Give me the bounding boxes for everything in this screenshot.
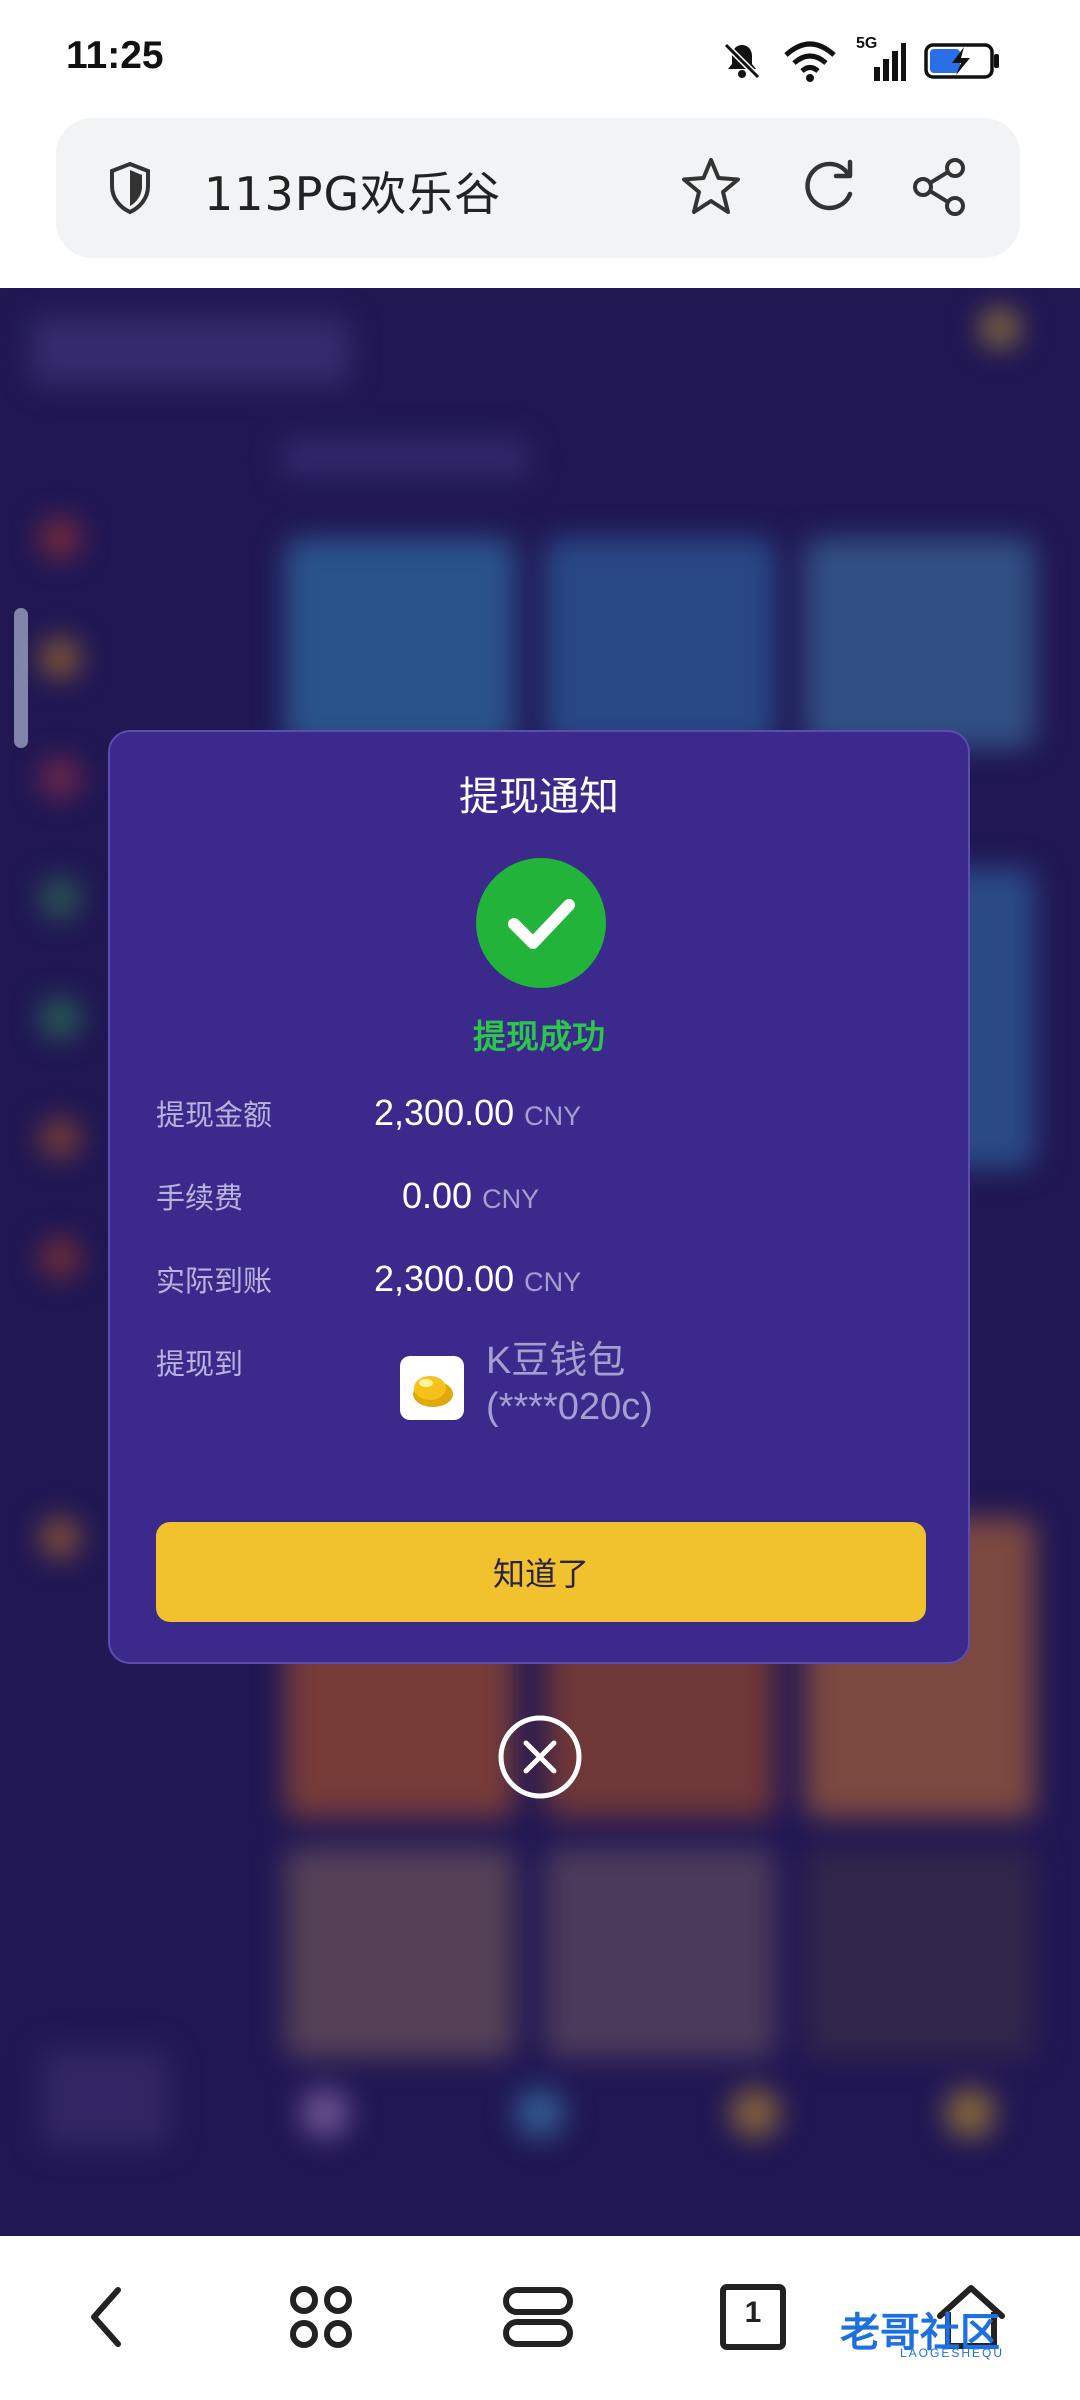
reload-icon[interactable] (798, 156, 860, 222)
amount-number: 2,300.00 (374, 1092, 515, 1133)
tab-count: 1 (744, 2296, 762, 2329)
menu-icon[interactable] (502, 2282, 574, 2356)
amount-unit: CNY (524, 1101, 582, 1131)
fee-unit: CNY (482, 1184, 540, 1214)
back-icon[interactable] (82, 2282, 132, 2356)
address-bar[interactable]: 113PG欢乐谷 (56, 118, 1020, 258)
scroll-handle[interactable] (14, 608, 28, 748)
received-number: 2,300.00 (374, 1258, 515, 1299)
fee-value: 0.00 CNY (402, 1175, 539, 1217)
amount-label: 提现金额 (156, 1098, 273, 1132)
dialog-title: 提现通知 (459, 774, 619, 820)
status-time: 11:25 (66, 34, 164, 77)
star-icon[interactable] (678, 154, 744, 224)
share-icon[interactable] (909, 156, 971, 222)
status-bar: 11:25 5G (0, 0, 1080, 115)
received-value: 2,300.00 CNY (374, 1258, 581, 1300)
status-icons: 5G (720, 35, 1000, 86)
battery-charging-icon (924, 41, 1000, 81)
wallet-logo-icon (400, 1356, 464, 1420)
close-icon[interactable] (497, 1714, 583, 1800)
watermark-subtext: LAOGESHEQU (900, 2346, 1005, 2360)
apps-icon[interactable] (286, 2282, 356, 2356)
amount-value: 2,300.00 CNY (374, 1092, 581, 1134)
bell-muted-icon (720, 39, 764, 83)
page-title[interactable]: 113PG欢乐谷 (204, 158, 501, 224)
wallet-info: K豆钱包 (****020c) (486, 1338, 653, 1430)
fee-label: 手续费 (156, 1181, 244, 1215)
fee-number: 0.00 (402, 1175, 473, 1216)
destination-label: 提现到 (156, 1347, 244, 1381)
success-status-text: 提现成功 (473, 1017, 605, 1056)
received-label: 实际到账 (156, 1264, 273, 1298)
shield-icon[interactable] (106, 160, 154, 220)
success-check-icon (476, 858, 606, 988)
signal-icon: 5G (856, 35, 906, 83)
browser-bottom-nav: 1 老哥社区 LAOGESHEQU (0, 2236, 1080, 2400)
tabs-icon[interactable]: 1 (718, 2282, 788, 2356)
withdraw-dialog: 提现通知 提现成功 提现金额 2,300.00 CNY 手续费 0.00 CNY 实… (108, 730, 970, 1664)
confirm-button[interactable]: 知道了 (156, 1522, 926, 1622)
received-unit: CNY (524, 1267, 582, 1297)
wallet-name: K豆钱包 (486, 1340, 626, 1382)
wifi-icon (782, 39, 838, 83)
close-dialog-button[interactable] (497, 1714, 583, 1800)
wallet-account: (****020c) (486, 1386, 653, 1428)
